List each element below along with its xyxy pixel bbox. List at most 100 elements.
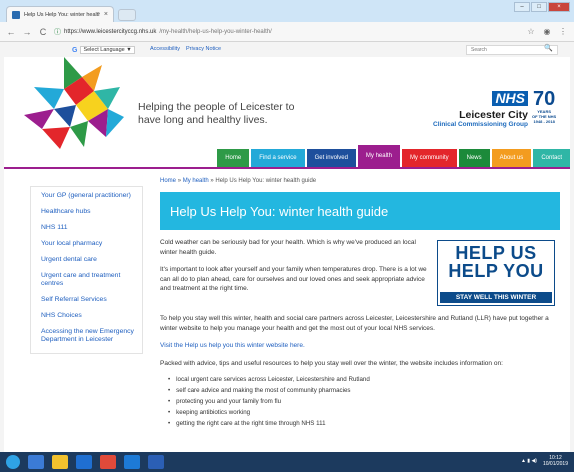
window-controls: – □ ×	[514, 2, 570, 12]
nhs-70-logo: 70 YEARS OF THE NHS 1948 - 2018	[532, 89, 556, 124]
nav-tab-contact[interactable]: Contact	[533, 149, 570, 167]
taskbar-app-icon[interactable]	[76, 455, 92, 469]
taskbar-app-icon[interactable]	[124, 455, 140, 469]
search-icon[interactable]: 🔍	[544, 45, 553, 53]
page-title-banner: Help Us Help You: winter health guide	[160, 192, 560, 230]
page-title: Help Us Help You: winter health guide	[170, 204, 389, 219]
intro-section: Cold weather can be seriously bad for yo…	[160, 230, 560, 306]
org-subtitle: Clinical Commissioning Group	[433, 121, 528, 128]
breadcrumb-current: Help Us Help You: winter health guide	[215, 178, 317, 184]
tab-title: Help Us Help You: winter health	[24, 11, 100, 18]
intro-paragraph: Cold weather can be seriously bad for yo…	[160, 239, 416, 256]
nav-tab-news[interactable]: News	[458, 149, 490, 167]
nav-tab-home[interactable]: Home	[217, 149, 250, 167]
help-us-help-you-badge[interactable]: HELP US HELP YOU STAY WELL THIS WINTER	[437, 240, 555, 306]
winter-website-link[interactable]: Visit the Help us help you this winter w…	[160, 341, 560, 351]
breadcrumb-home[interactable]: Home	[160, 178, 176, 184]
address-bar: ← → C ⓘ https://www.leicestercityccg.nhs…	[0, 22, 574, 42]
sidebar-item[interactable]: Urgent dental care	[31, 253, 142, 269]
tab-close-icon[interactable]: ×	[104, 11, 108, 18]
list-item-text: protecting you and your family from flu	[176, 398, 282, 405]
url-host: https://www.leicestercityccg.nhs.uk	[64, 28, 157, 35]
url-field[interactable]: ⓘ https://www.leicestercityccg.nhs.uk/my…	[54, 25, 520, 39]
badge-line-1: HELP US	[455, 243, 537, 263]
ccg-logo-graphic[interactable]	[24, 57, 124, 151]
utility-bar: G Select Language ▼ Accessibility Privac…	[4, 43, 570, 57]
browser-tab[interactable]: Help Us Help You: winter health ×	[6, 6, 114, 22]
nav-tab-find-a-service[interactable]: Find a service	[251, 149, 305, 167]
forward-icon[interactable]: →	[22, 27, 32, 37]
sidebar-menu: Your GP (general practitioner) Healthcare…	[30, 186, 143, 354]
sidebar-item[interactable]: NHS 111	[31, 221, 142, 237]
maximize-button[interactable]: □	[531, 2, 547, 12]
back-icon[interactable]: ←	[6, 27, 16, 37]
account-icon[interactable]: ◉	[542, 27, 552, 36]
nav-tab-get-involved[interactable]: Get involved	[306, 149, 356, 167]
breadcrumb: Home » My health » Help Us Help You: win…	[160, 178, 560, 184]
windows-taskbar: ▲ ▮ ◀) 10:12 10/01/2019	[0, 452, 574, 472]
info-list: • local urgent care services across Leice…	[168, 374, 560, 429]
main-content: Home » My health » Help Us Help You: win…	[160, 178, 560, 429]
packed-paragraph: Packed with advice, tips and useful reso…	[160, 359, 503, 367]
nav-underline	[4, 167, 570, 169]
nhs-logo-block[interactable]: NHS Leicester City Clinical Commissionin…	[398, 91, 528, 128]
search-placeholder: Search	[471, 47, 487, 53]
sidebar-item[interactable]: Your local pharmacy	[31, 237, 142, 253]
badge-line-2: HELP YOU	[448, 261, 544, 281]
sidebar-item[interactable]: Accessing the new Emergency Department i…	[31, 325, 142, 349]
bookmark-star-icon[interactable]: ☆	[526, 27, 536, 36]
nav-tab-my-health[interactable]: My health	[357, 145, 400, 167]
list-item-text: getting the right care at the right time…	[176, 420, 326, 427]
nav-tab-about-us[interactable]: About us	[491, 149, 532, 167]
language-select-label: Select Language	[83, 47, 125, 53]
minimize-button[interactable]: –	[514, 2, 530, 12]
bullet-icon: •	[168, 420, 171, 427]
privacy-notice-link[interactable]: Privacy Notice	[186, 46, 221, 52]
google-translate-icon: G	[72, 46, 78, 54]
taskbar-app-icon[interactable]	[148, 455, 164, 469]
bullet-icon: •	[168, 376, 171, 383]
tray-icons[interactable]: ▲ ▮ ◀)	[521, 458, 537, 464]
site-info-icon[interactable]: ⓘ	[54, 27, 61, 37]
start-button[interactable]	[6, 455, 20, 469]
bullet-icon: •	[168, 409, 171, 416]
clock[interactable]: 10:12 10/01/2019	[543, 455, 568, 467]
accessibility-link[interactable]: Accessibility	[150, 46, 180, 52]
web-page: G Select Language ▼ Accessibility Privac…	[4, 43, 570, 452]
site-favicon-icon	[12, 10, 20, 19]
bullet-icon: •	[168, 387, 171, 394]
reload-icon[interactable]: C	[38, 27, 48, 37]
search-input[interactable]: Search 🔍	[466, 45, 558, 55]
list-item-text: keeping antibiotics working	[176, 409, 251, 416]
list-item: • self care advice and making the most of…	[168, 385, 560, 396]
taskbar-app-icon[interactable]	[100, 455, 116, 469]
list-item: • keeping antibiotics working	[168, 407, 560, 418]
badge-line-3: STAY WELL THIS WINTER	[440, 292, 552, 303]
seventy-number: 70	[532, 88, 556, 110]
seventy-dates: 1948 - 2018	[533, 119, 555, 124]
advice-paragraph: It's important to look after yourself an…	[160, 266, 427, 292]
list-item: • protecting you and your family from flu	[168, 396, 560, 407]
system-tray: ▲ ▮ ◀) 10:12 10/01/2019	[521, 455, 568, 467]
list-item-text: self care advice and making the most of …	[176, 387, 351, 394]
sidebar-item[interactable]: Urgent care and treatment centres	[31, 269, 142, 293]
sidebar-item[interactable]: Self Referral Services	[31, 293, 142, 309]
sidebar-item[interactable]: NHS Choices	[31, 309, 142, 325]
list-item: • local urgent care services across Leice…	[168, 374, 560, 385]
menu-icon[interactable]: ⋮	[558, 27, 568, 36]
sidebar-item[interactable]: Healthcare hubs	[31, 205, 142, 221]
taskbar-app-icon[interactable]	[52, 455, 68, 469]
site-tagline: Helping the people of Leicester to have …	[138, 101, 295, 126]
sidebar-item[interactable]: Your GP (general practitioner)	[31, 189, 142, 205]
new-tab-button[interactable]	[118, 9, 136, 21]
breadcrumb-my-health[interactable]: My health	[183, 178, 209, 184]
language-select: Select Language ▼	[80, 46, 135, 54]
url-path: /my-health/help-us-help-you-winter-healt…	[159, 28, 272, 35]
list-item: • getting the right care at the right tim…	[168, 418, 560, 429]
language-selector[interactable]: G Select Language ▼	[72, 46, 135, 54]
language-dropdown-icon: ▼	[126, 47, 132, 53]
taskbar-app-icon[interactable]	[28, 455, 44, 469]
nav-tab-my-community[interactable]: My community	[401, 149, 457, 167]
close-window-button[interactable]: ×	[548, 2, 570, 12]
nhs-logo: NHS	[492, 91, 528, 106]
